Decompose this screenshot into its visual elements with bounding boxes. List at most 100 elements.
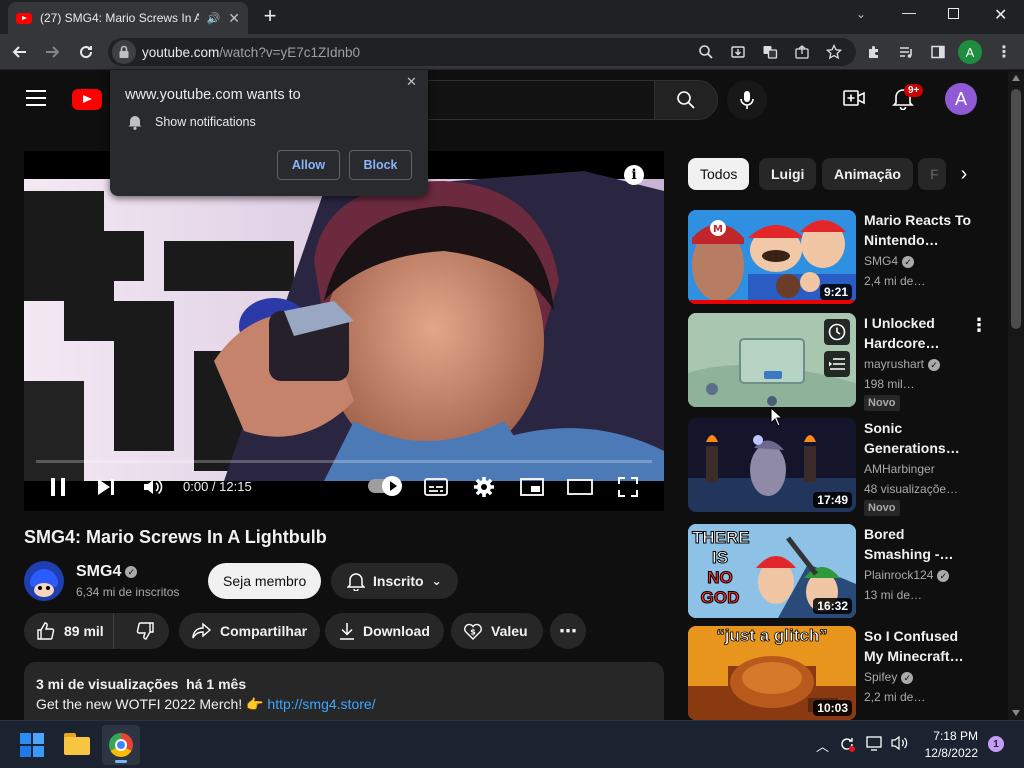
- video-thumbnail[interactable]: “just a glitch” 10:03: [688, 626, 856, 720]
- recommendation-item[interactable]: THERE IS NO GOD 16:32 Bored Smashing -… …: [688, 524, 1008, 620]
- fullscreen-button[interactable]: [618, 477, 638, 502]
- chip-all[interactable]: Todos: [688, 158, 750, 190]
- pause-button[interactable]: [50, 478, 66, 496]
- channel-name[interactable]: AMHarbinger: [864, 462, 935, 476]
- translate-icon[interactable]: [756, 38, 784, 66]
- channel-name[interactable]: mayrushart ✓: [864, 357, 941, 371]
- thanks-button[interactable]: $ Valeu: [451, 613, 543, 649]
- install-app-icon[interactable]: [724, 38, 752, 66]
- create-video-button[interactable]: [843, 88, 865, 113]
- reload-button[interactable]: [72, 38, 100, 66]
- search-input[interactable]: [416, 80, 656, 120]
- settings-gear-icon[interactable]: [473, 476, 495, 503]
- channel-name[interactable]: Plainrock124 ✓: [864, 568, 950, 582]
- chip-animation[interactable]: Animação: [822, 158, 913, 190]
- channel-name[interactable]: Spifey ✓: [864, 670, 914, 684]
- tab-close-icon[interactable]: ✕: [228, 10, 240, 27]
- zoom-search-icon[interactable]: [692, 38, 720, 66]
- recommendation-item[interactable]: I Unlocked Hardcore… ⋮ mayrushart ✓ 198 m…: [688, 313, 1008, 411]
- volume-button[interactable]: [142, 477, 164, 502]
- more-actions-button[interactable]: ⋯: [550, 613, 586, 649]
- search-button[interactable]: [654, 80, 718, 120]
- extensions-puzzle-icon[interactable]: [860, 38, 888, 66]
- media-control-icon[interactable]: [892, 38, 920, 66]
- restore-button[interactable]: [948, 8, 959, 19]
- join-button[interactable]: Seja membro: [208, 563, 322, 599]
- audio-playing-icon[interactable]: 🔊: [207, 12, 221, 25]
- voice-search-button[interactable]: [727, 80, 767, 120]
- next-video-button[interactable]: [96, 478, 116, 501]
- miniplayer-button[interactable]: [520, 478, 544, 501]
- recommendation-item[interactable]: M 9:21 Mario Reacts To Nintendo… SMG4 ✓ 2…: [688, 210, 1008, 306]
- time-display: 0:00 / 12:15: [183, 479, 252, 494]
- network-icon[interactable]: [866, 735, 884, 756]
- browser-tab[interactable]: (27) SMG4: Mario Screws In A 🔊 ✕: [8, 2, 248, 34]
- progress-bar[interactable]: [36, 460, 652, 463]
- video-info-button[interactable]: i: [624, 165, 644, 185]
- recommendation-item[interactable]: “just a glitch” 10:03 So I Confused My M…: [688, 626, 1008, 722]
- minimize-button[interactable]: —: [902, 4, 922, 24]
- close-window-button[interactable]: ✕: [994, 5, 1007, 25]
- back-button[interactable]: [6, 38, 34, 66]
- start-button[interactable]: [20, 733, 44, 757]
- video-thumbnail[interactable]: THERE IS NO GOD 16:32: [688, 524, 856, 618]
- video-player[interactable]: i 0:00 / 12:15: [24, 151, 664, 511]
- video-thumbnail[interactable]: 17:49: [688, 418, 856, 512]
- chips-next-chevron-icon[interactable]: ›: [950, 160, 978, 188]
- chip-partial[interactable]: F: [918, 158, 946, 190]
- new-tab-button[interactable]: +: [258, 5, 282, 29]
- subtitles-button[interactable]: [424, 478, 448, 501]
- chrome-taskbar-button[interactable]: [102, 725, 140, 765]
- channel-name[interactable]: SMG4 ✓: [76, 563, 138, 581]
- file-explorer-icon[interactable]: [64, 733, 90, 755]
- watch-later-icon[interactable]: [824, 319, 850, 345]
- chrome-menu-icon[interactable]: ⋮: [990, 38, 1018, 66]
- scrollbar-thumb[interactable]: [1011, 89, 1021, 329]
- video-title[interactable]: So I Confused My Minecraft…: [864, 626, 974, 666]
- clock-date[interactable]: 12/8/2022: [918, 746, 978, 760]
- page-scrollbar[interactable]: [1008, 71, 1024, 720]
- share-button[interactable]: Compartilhar: [179, 613, 321, 649]
- add-to-queue-icon[interactable]: [824, 351, 850, 377]
- autoplay-toggle[interactable]: [368, 476, 402, 496]
- hamburger-menu-icon[interactable]: [26, 90, 46, 106]
- video-title[interactable]: Sonic Generations…: [864, 418, 974, 458]
- side-panel-icon[interactable]: [924, 38, 952, 66]
- dislike-button[interactable]: [122, 613, 169, 649]
- dialog-close-button[interactable]: ✕: [406, 74, 417, 90]
- channel-avatar[interactable]: [24, 561, 64, 601]
- bookmark-star-icon[interactable]: [820, 38, 848, 66]
- recommendation-item[interactable]: 17:49 Sonic Generations… AMHarbinger 48 …: [688, 418, 1008, 516]
- forward-button[interactable]: [38, 38, 66, 66]
- theater-mode-button[interactable]: [567, 479, 593, 500]
- video-title[interactable]: I Unlocked Hardcore…: [864, 313, 974, 353]
- video-thumbnail[interactable]: M 9:21: [688, 210, 856, 304]
- channel-text: Plainrock124: [864, 568, 934, 582]
- share-icon[interactable]: [788, 38, 816, 66]
- clock-time[interactable]: 7:18 PM: [930, 729, 978, 743]
- youtube-logo[interactable]: [72, 89, 102, 110]
- svg-text:M: M: [713, 224, 723, 235]
- chip-luigi[interactable]: Luigi: [759, 158, 817, 190]
- sync-icon[interactable]: [838, 735, 856, 758]
- account-avatar[interactable]: A: [945, 83, 977, 115]
- profile-avatar[interactable]: A: [958, 40, 982, 64]
- video-title[interactable]: Bored Smashing -…: [864, 524, 974, 564]
- video-title[interactable]: Mario Reacts To Nintendo…: [864, 210, 974, 250]
- description-link[interactable]: http://smg4.store/: [267, 696, 375, 712]
- block-button[interactable]: Block: [349, 150, 412, 180]
- tab-search-chevron-icon[interactable]: ⌄: [856, 7, 866, 21]
- show-hidden-icons-chevron-icon[interactable]: ︿: [816, 736, 829, 755]
- site-info-button[interactable]: [112, 40, 136, 64]
- allow-button[interactable]: Allow: [277, 150, 340, 180]
- scroll-down-arrow-icon[interactable]: [1012, 710, 1020, 716]
- subscribed-button[interactable]: Inscrito ⌄: [331, 563, 458, 599]
- volume-tray-icon[interactable]: [891, 735, 911, 756]
- notification-center-badge[interactable]: 1: [988, 736, 1004, 752]
- scroll-up-arrow-icon[interactable]: [1012, 75, 1020, 81]
- download-button[interactable]: Download: [325, 613, 444, 649]
- video-thumbnail[interactable]: [688, 313, 856, 407]
- like-button[interactable]: 89 mil: [24, 613, 114, 649]
- channel-name[interactable]: SMG4 ✓: [864, 254, 915, 268]
- more-options-icon[interactable]: ⋮: [970, 315, 988, 336]
